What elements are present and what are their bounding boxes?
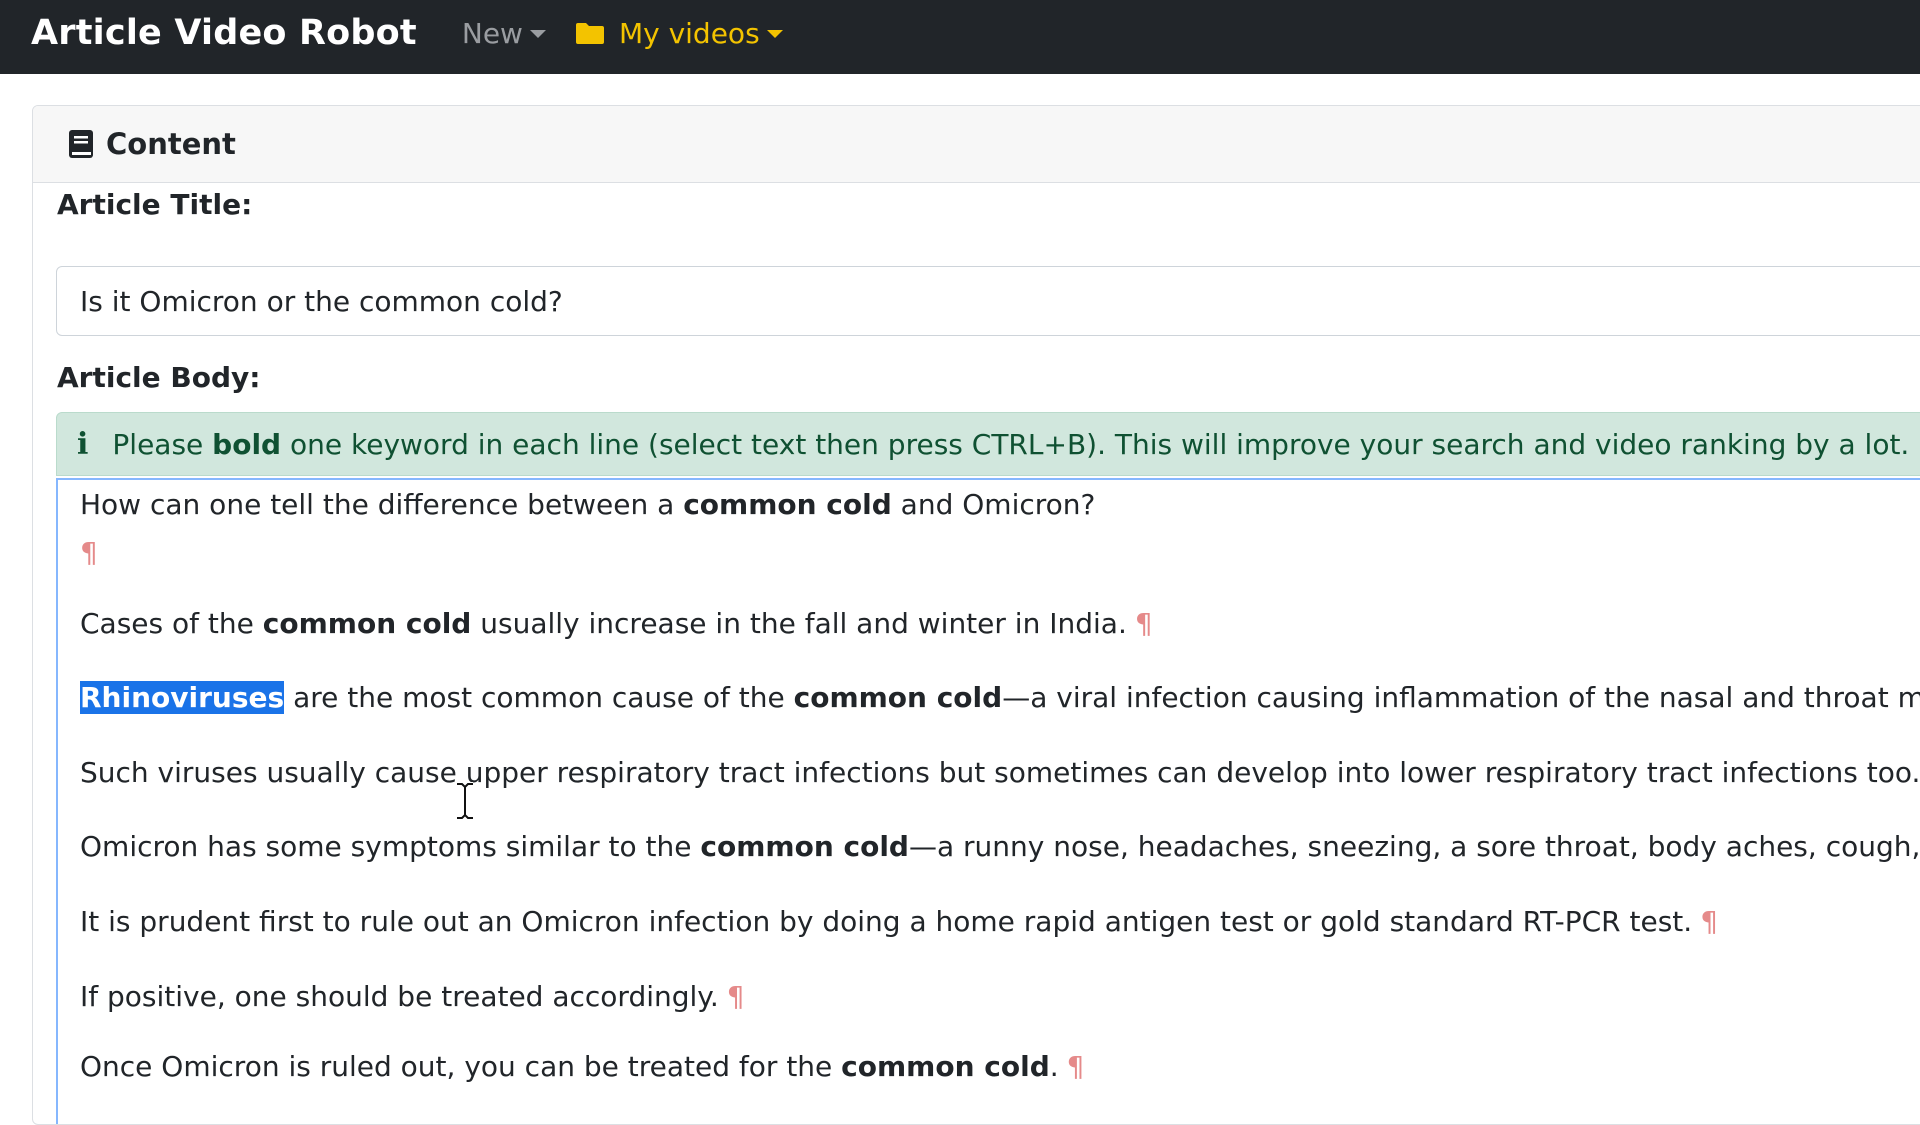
editor-line: It is prudent first to rule out an Omicr… <box>80 905 1719 938</box>
selected-text[interactable]: Rhinoviruses <box>80 681 285 714</box>
card-header: Content <box>33 106 1920 183</box>
alert-text: Please bold one keyword in each line (se… <box>112 427 1910 461</box>
article-title-input[interactable] <box>56 266 1920 336</box>
editor-line: Rhinoviruses are the most common cause o… <box>80 681 1920 714</box>
pilcrow-mark: ¶ <box>1134 607 1153 640</box>
editor-line: Cases of the common cold usually increas… <box>80 607 1153 640</box>
folder-icon <box>575 21 605 45</box>
editor-line: Omicron has some symptoms similar to the… <box>80 830 1920 863</box>
book-icon <box>68 129 94 159</box>
article-body-editor[interactable]: How can one tell the difference between … <box>56 478 1920 1124</box>
my-videos-menu[interactable]: My videos <box>575 17 783 50</box>
text-cursor-icon <box>454 781 476 824</box>
editor-line: Once Omicron is ruled out, you can be tr… <box>80 1050 1085 1083</box>
new-menu-label: New <box>461 16 523 50</box>
pilcrow-mark: ¶ <box>726 980 745 1013</box>
chevron-down-icon <box>529 30 546 38</box>
article-body-label: Article Body: <box>57 361 261 394</box>
pilcrow-mark: ¶ <box>80 536 98 569</box>
editor-line: If positive, one should be treated accor… <box>80 980 745 1013</box>
chevron-down-icon <box>766 30 783 38</box>
pilcrow-mark: ¶ <box>1066 1050 1085 1083</box>
card-title: Content <box>106 127 236 161</box>
pilcrow-mark: ¶ <box>1700 905 1719 938</box>
editor-line: Such viruses usually cause upper respira… <box>80 756 1920 789</box>
brand-title[interactable]: Article Video Robot <box>31 13 417 53</box>
editor-line: How can one tell the difference between … <box>80 488 1096 521</box>
top-navbar: Article Video Robot New My videos <box>0 0 1920 74</box>
content-card: Content Article Title: Article Body: i P… <box>32 105 1920 1125</box>
editor-line: ¶ <box>80 536 98 569</box>
info-icon: i <box>77 426 89 462</box>
my-videos-label: My videos <box>618 16 760 50</box>
bold-keyword-alert: i Please bold one keyword in each line (… <box>56 412 1920 476</box>
new-menu[interactable]: New <box>462 17 546 50</box>
article-title-label: Article Title: <box>57 188 253 221</box>
